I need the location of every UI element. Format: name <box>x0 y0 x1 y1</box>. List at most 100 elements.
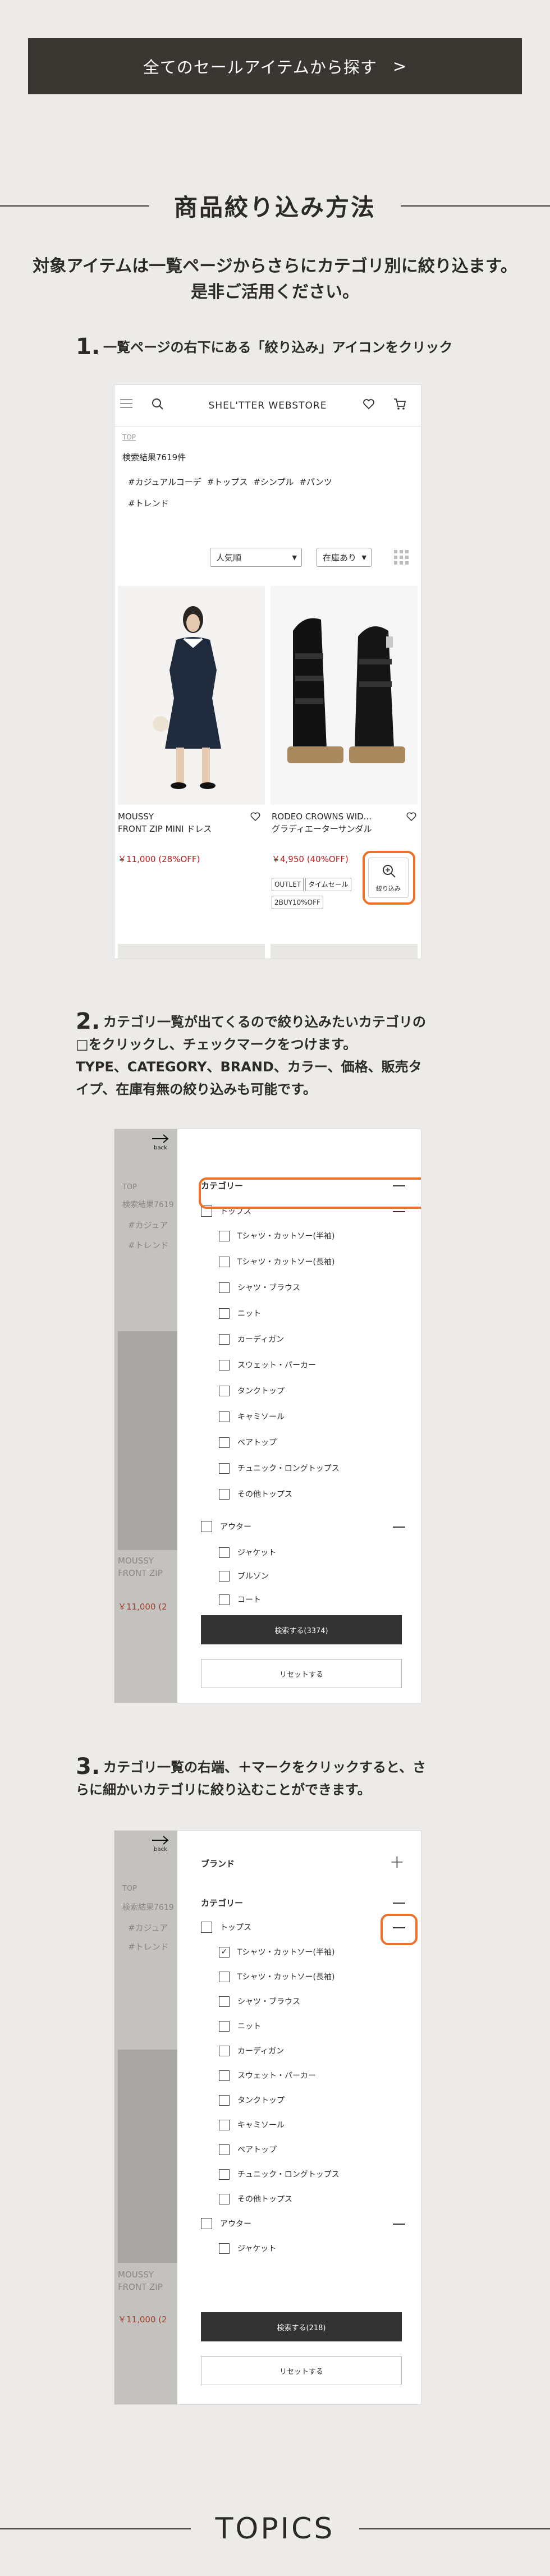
subcategory-item[interactable]: Tシャツ・カットソー(長袖) <box>219 1971 334 1982</box>
subcategory-item[interactable]: チュニック・ロングトップス <box>219 1463 340 1474</box>
checkbox[interactable] <box>219 1437 230 1448</box>
site-logo[interactable]: SHEL'TTER WEBSTORE <box>114 400 421 411</box>
reset-button[interactable]: リセットする <box>201 2356 402 2385</box>
checkbox[interactable] <box>219 1996 230 2007</box>
subcategory-item[interactable]: タンクトップ <box>219 1385 285 1396</box>
plus-icon[interactable]: + <box>389 1851 405 1872</box>
step-2-text: 2. カテゴリ一覧が出てくるので絞り込みたいカテゴリの □をクリックし、チェックマ… <box>76 1010 502 1101</box>
minus-icon[interactable] <box>393 2224 405 2225</box>
checkbox[interactable] <box>219 1282 230 1293</box>
subcategory-item[interactable]: Tシャツ・カットソー(半袖) <box>219 1230 334 1241</box>
subcategory-item[interactable]: ニット <box>219 1308 261 1319</box>
stock-select[interactable]: 在庫あり ▼ <box>317 548 372 567</box>
checkbox[interactable] <box>219 1385 230 1396</box>
subcategory-item[interactable]: カーディガン <box>219 2045 284 2056</box>
subcategory-item[interactable]: カーディガン <box>219 1333 284 1345</box>
checkbox[interactable] <box>219 1570 230 1582</box>
highlight-frame <box>363 851 415 905</box>
checkbox[interactable] <box>219 1333 230 1345</box>
category-section-title[interactable]: カテゴリー <box>201 1897 243 1909</box>
subcategory-item[interactable]: ベアトップ <box>219 1437 277 1448</box>
subcategory-item[interactable]: シャツ・ブラウス <box>219 1282 300 1293</box>
checkbox[interactable] <box>219 2243 230 2254</box>
subcategory-item[interactable]: ブルゾン <box>219 1570 269 1582</box>
product-name[interactable]: FRONT ZIP MINI ドレス <box>118 823 212 835</box>
search-button[interactable]: 検索する(218) <box>201 2312 402 2341</box>
tag-link[interactable]: #トップス <box>207 471 248 493</box>
checkbox[interactable] <box>219 1594 230 1605</box>
minus-icon[interactable] <box>393 1903 405 1904</box>
checkbox[interactable] <box>201 1521 212 1532</box>
page-overlay[interactable]: TOP 検索結果7619 #カジュア #トレンド MOUSSY FRONT ZI… <box>114 1129 177 1703</box>
page-overlay[interactable]: TOP 検索結果7619 #カジュア #トレンド MOUSSY FRONT ZI… <box>114 1831 177 2404</box>
search-button[interactable]: 検索する(3374) <box>201 1615 402 1644</box>
highlight-frame <box>199 1177 421 1209</box>
tag-link[interactable]: #トレンド <box>128 493 169 514</box>
subcategory-item[interactable]: ✓ Tシャツ・カットソー(半袖) <box>219 1946 334 1958</box>
checkbox[interactable] <box>219 2193 230 2204</box>
checkbox[interactable] <box>219 1488 230 1500</box>
subcategory-item[interactable]: キャミソール <box>219 2119 285 2130</box>
back-button[interactable]: back <box>149 1835 172 1853</box>
minus-icon[interactable] <box>393 1211 405 1212</box>
subcategory-item[interactable]: スウェット・パーカー <box>219 1359 316 1370</box>
grid-view-icon[interactable] <box>393 549 410 568</box>
product-name[interactable]: グラディエーターサンダル <box>272 823 406 835</box>
checkbox[interactable] <box>219 1359 230 1370</box>
reset-button[interactable]: リセットする <box>201 1659 402 1688</box>
subcategory-item[interactable]: ジャケット <box>219 1547 276 1558</box>
minus-icon[interactable] <box>393 1527 405 1528</box>
checkbox[interactable] <box>219 2094 230 2106</box>
subcategory-item[interactable]: スウェット・パーカー <box>219 2070 316 2081</box>
category-outer[interactable]: アウター <box>201 1521 251 1532</box>
heart-icon[interactable] <box>363 398 375 412</box>
checkbox[interactable] <box>201 1922 212 1933</box>
cart-icon[interactable] <box>393 397 406 413</box>
all-sale-items-button[interactable]: 全てのセールアイテムから探す > <box>28 38 522 94</box>
checkbox[interactable] <box>219 1463 230 1474</box>
tag-link[interactable]: #カジュアルコーデ <box>128 471 201 493</box>
category-outer[interactable]: アウター <box>201 2218 251 2229</box>
topics-title: TOPICS <box>215 2512 335 2546</box>
subcategory-item[interactable]: キャミソール <box>219 1411 285 1422</box>
back-button[interactable]: back <box>149 1134 172 1151</box>
tag-link[interactable]: #パンツ <box>299 471 332 493</box>
category-toptops[interactable]: トップス <box>201 1922 251 1933</box>
checkbox[interactable] <box>219 2144 230 2155</box>
checkbox[interactable] <box>219 1547 230 1558</box>
brand-section-title[interactable]: ブランド <box>201 1858 235 1869</box>
sort-select[interactable]: 人気順 ▼ <box>210 548 302 567</box>
subcategory-item[interactable]: その他トップス <box>219 1488 292 1500</box>
subcategory-item[interactable]: ニット <box>219 2020 261 2032</box>
checkbox[interactable] <box>219 1308 230 1319</box>
product-image[interactable] <box>118 586 265 805</box>
checkbox[interactable] <box>219 2119 230 2130</box>
subcategory-item[interactable]: チュニック・ロングトップス <box>219 2169 340 2180</box>
subcategory-label: ブルゾン <box>237 1572 269 1581</box>
subcategory-label: タンクトップ <box>237 2096 285 2105</box>
subcategory-item[interactable]: タンクトップ <box>219 2094 285 2106</box>
subcategory-item[interactable]: ジャケット <box>219 2243 276 2254</box>
subcategory-item[interactable]: シャツ・ブラウス <box>219 1996 300 2007</box>
subcategory-item[interactable]: コート <box>219 1594 261 1605</box>
checkbox[interactable]: ✓ <box>219 1946 230 1958</box>
product-image[interactable] <box>271 586 418 805</box>
subcategory-item[interactable]: ベアトップ <box>219 2144 277 2155</box>
heart-icon[interactable] <box>406 812 416 824</box>
subcategory-label: スウェット・パーカー <box>237 2071 316 2080</box>
checkbox[interactable] <box>219 1411 230 1422</box>
checkbox[interactable] <box>219 2169 230 2180</box>
checkbox[interactable] <box>219 1971 230 1982</box>
checkbox[interactable] <box>201 2218 212 2229</box>
heart-icon[interactable] <box>250 812 260 824</box>
tag-link[interactable]: #シンプル <box>253 471 294 493</box>
checkbox[interactable] <box>219 2045 230 2056</box>
checkbox[interactable] <box>219 2070 230 2081</box>
screenshot-product-list: SHEL'TTER WEBSTORE TOP 検索結果7619件 #カジュアルコ… <box>114 385 421 959</box>
checkbox[interactable] <box>219 1256 230 1267</box>
subcategory-item[interactable]: その他トップス <box>219 2193 292 2204</box>
checkbox[interactable] <box>219 1230 230 1241</box>
breadcrumb[interactable]: TOP <box>122 433 136 441</box>
subcategory-item[interactable]: Tシャツ・カットソー(長袖) <box>219 1256 334 1267</box>
checkbox[interactable] <box>219 2020 230 2032</box>
